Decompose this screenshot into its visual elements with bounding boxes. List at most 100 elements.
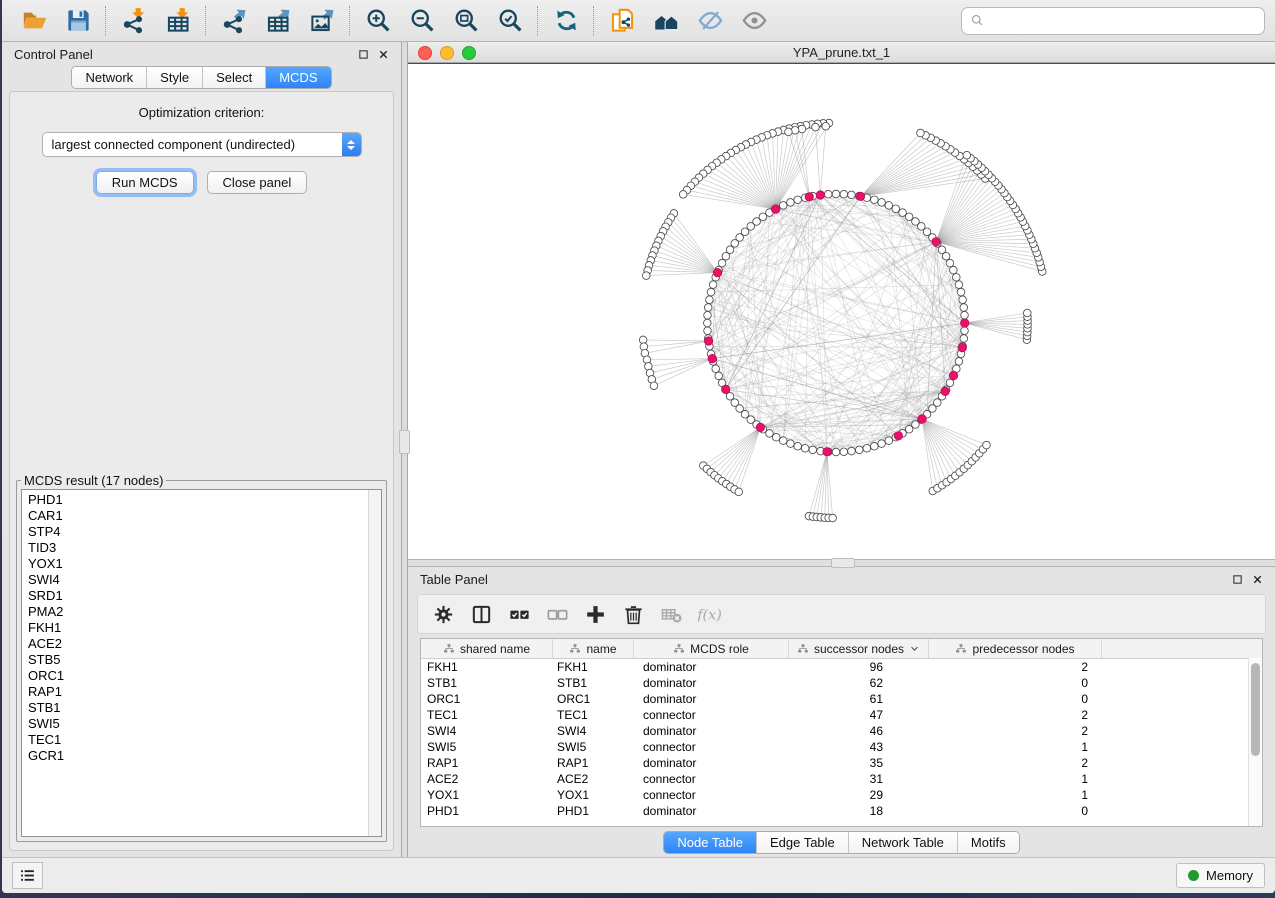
tree-icon xyxy=(443,643,455,655)
cell-name: YOX1 xyxy=(553,788,634,802)
mcds-result-item[interactable]: PMA2 xyxy=(28,604,368,620)
mcds-result-item[interactable]: CAR1 xyxy=(28,508,368,524)
delete-column-button[interactable] xyxy=(614,597,652,631)
import-table-icon xyxy=(165,7,192,34)
delete-table-button xyxy=(652,597,690,631)
zoom-in-button[interactable] xyxy=(356,3,400,39)
table-row[interactable]: YOX1YOX1connector291 xyxy=(421,787,1262,803)
column-header-successor-nodes[interactable]: successor nodes xyxy=(789,639,929,658)
tab-mcds[interactable]: MCDS xyxy=(265,67,330,88)
optimization-criterion-select[interactable]: largest connected component (undirected) xyxy=(42,132,362,157)
import-table-button[interactable] xyxy=(156,3,200,39)
import-network-button[interactable] xyxy=(112,3,156,39)
mcds-result-item[interactable]: SWI4 xyxy=(28,572,368,588)
mcds-list-scrollbar[interactable] xyxy=(368,490,381,836)
refresh-button[interactable] xyxy=(544,3,588,39)
horizontal-splitter-grip[interactable] xyxy=(831,558,855,568)
cell-mcds_role: dominator xyxy=(634,692,789,706)
search-input[interactable] xyxy=(990,12,1256,29)
close-panel-icon[interactable] xyxy=(1252,574,1263,585)
table-row[interactable]: TEC1TEC1connector472 xyxy=(421,707,1262,723)
table-row[interactable]: ACE2ACE2connector311 xyxy=(421,771,1262,787)
run-mcds-button[interactable]: Run MCDS xyxy=(96,171,194,194)
table-row[interactable]: ORC1ORC1dominator610 xyxy=(421,691,1262,707)
column-header-name[interactable]: name xyxy=(553,639,634,658)
table-row[interactable]: STB1STB1dominator620 xyxy=(421,675,1262,691)
search-box[interactable] xyxy=(961,7,1265,35)
maximize-window-icon[interactable] xyxy=(462,46,476,60)
zoom-selected-button[interactable] xyxy=(488,3,532,39)
vertical-splitter[interactable] xyxy=(401,42,408,857)
deselect-all-button[interactable] xyxy=(538,597,576,631)
mcds-result-item[interactable]: FKH1 xyxy=(28,620,368,636)
mcds-result-item[interactable]: SRD1 xyxy=(28,588,368,604)
first-neighbors-button[interactable] xyxy=(644,3,688,39)
cell-predecessor_nodes: 0 xyxy=(929,692,1102,706)
show-all-button[interactable] xyxy=(732,3,776,39)
table-row[interactable]: RAP1RAP1dominator352 xyxy=(421,755,1262,771)
tab-node-table[interactable]: Node Table xyxy=(664,832,756,853)
mcds-result-item[interactable]: STB1 xyxy=(28,700,368,716)
zoom-fit-button[interactable] xyxy=(444,3,488,39)
mcds-result-item[interactable]: TID3 xyxy=(28,540,368,556)
duplicate-network-button[interactable] xyxy=(600,3,644,39)
mcds-result-item[interactable]: ORC1 xyxy=(28,668,368,684)
export-table-button[interactable] xyxy=(256,3,300,39)
open-file-button[interactable] xyxy=(12,3,56,39)
memory-button[interactable]: Memory xyxy=(1176,863,1265,888)
float-panel-icon[interactable] xyxy=(1232,574,1243,585)
minimize-window-icon[interactable] xyxy=(440,46,454,60)
table-scrollbar[interactable] xyxy=(1248,658,1262,826)
mcds-result-item[interactable]: RAP1 xyxy=(28,684,368,700)
mcds-result-item[interactable]: GCR1 xyxy=(28,748,368,764)
mcds-result-item[interactable]: TEC1 xyxy=(28,732,368,748)
tab-network[interactable]: Network xyxy=(72,67,146,88)
zoom-out-button[interactable] xyxy=(400,3,444,39)
table-row[interactable]: SWI4SWI4dominator462 xyxy=(421,723,1262,739)
export-image-button[interactable] xyxy=(300,3,344,39)
mcds-result-item[interactable]: SWI5 xyxy=(28,716,368,732)
tab-network-table[interactable]: Network Table xyxy=(848,832,957,853)
columns-button[interactable] xyxy=(462,597,500,631)
network-graph[interactable] xyxy=(408,64,1275,559)
svg-text:f(x): f(x) xyxy=(698,607,721,623)
vertical-splitter-grip[interactable] xyxy=(399,430,410,454)
zoom-selected-icon xyxy=(497,7,524,34)
cell-successor_nodes: 46 xyxy=(789,724,929,738)
table-scrollbar-thumb[interactable] xyxy=(1251,663,1260,756)
tab-edge-table[interactable]: Edge Table xyxy=(756,832,848,853)
export-table-icon xyxy=(265,7,292,34)
network-canvas[interactable] xyxy=(408,63,1275,559)
mcds-result-item[interactable]: STB5 xyxy=(28,652,368,668)
mcds-result-item[interactable]: YOX1 xyxy=(28,556,368,572)
table-row[interactable]: FKH1FKH1dominator962 xyxy=(421,659,1262,675)
horizontal-splitter[interactable] xyxy=(408,559,1275,567)
settings-button[interactable] xyxy=(424,597,462,631)
control-panel-title: Control Panel xyxy=(14,47,93,62)
table-row[interactable]: SWI5SWI5connector431 xyxy=(421,739,1262,755)
tab-style[interactable]: Style xyxy=(146,67,202,88)
cell-name: ORC1 xyxy=(553,692,634,706)
select-all-button[interactable] xyxy=(500,597,538,631)
float-panel-icon[interactable] xyxy=(358,49,369,60)
save-session-button[interactable] xyxy=(56,3,100,39)
export-network-button[interactable] xyxy=(212,3,256,39)
table-row[interactable]: PHD1PHD1dominator180 xyxy=(421,803,1262,819)
close-panel-icon[interactable] xyxy=(378,49,389,60)
search-icon xyxy=(970,13,985,28)
add-column-button[interactable] xyxy=(576,597,614,631)
column-header-predecessor-nodes[interactable]: predecessor nodes xyxy=(929,639,1102,658)
mcds-result-item[interactable]: ACE2 xyxy=(28,636,368,652)
task-history-button[interactable] xyxy=(12,862,43,889)
column-header-MCDS-role[interactable]: MCDS role xyxy=(634,639,789,658)
column-header-label: name xyxy=(586,642,616,656)
column-header-shared-name[interactable]: shared name xyxy=(421,639,553,658)
tab-motifs[interactable]: Motifs xyxy=(957,832,1019,853)
mcds-result-item[interactable]: PHD1 xyxy=(28,492,368,508)
mcds-result-item[interactable]: STP4 xyxy=(28,524,368,540)
first-neighbors-icon xyxy=(653,7,680,34)
close-window-icon[interactable] xyxy=(418,46,432,60)
hide-selected-button[interactable] xyxy=(688,3,732,39)
close-panel-button[interactable]: Close panel xyxy=(207,171,308,194)
tab-select[interactable]: Select xyxy=(202,67,265,88)
